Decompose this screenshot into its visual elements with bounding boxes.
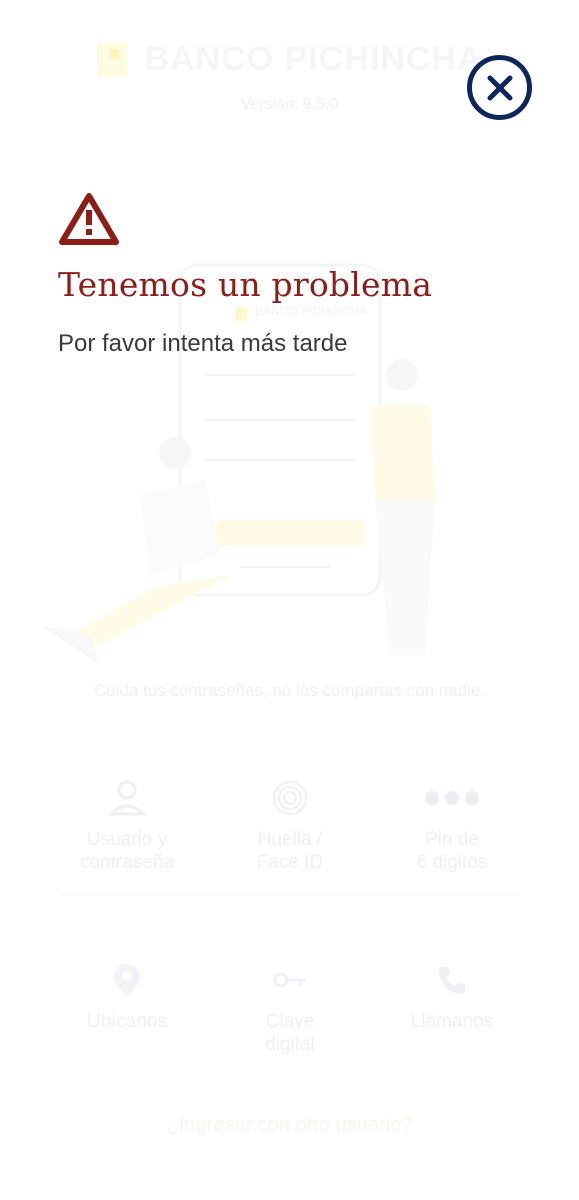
option-label: Llámanos — [410, 1011, 494, 1032]
key-icon — [205, 958, 375, 1002]
phone-icon — [367, 958, 537, 1002]
login-option-label: Pin de — [425, 829, 479, 850]
login-option-label: Huella / — [257, 829, 323, 850]
location-pin-icon — [42, 958, 212, 1002]
bank-logo-icon — [96, 42, 127, 77]
login-option-label: contraseña — [79, 852, 174, 873]
login-option-label: 6 digitos — [416, 852, 488, 873]
background-login-screen: BANCO PICHINCHA Versión: 9.5.0 BANCO PIC… — [0, 0, 579, 1200]
option-label: Clave — [265, 1011, 315, 1032]
login-option-label: Usuario y — [86, 829, 168, 850]
option-call-us[interactable]: Llámanos — [367, 958, 537, 1033]
warning-icon — [59, 193, 119, 245]
login-option-pin[interactable]: Pin de 6 digitos — [367, 776, 537, 874]
option-locate-us[interactable]: Ubícanos — [42, 958, 212, 1033]
option-label: Ubícanos — [86, 1011, 168, 1032]
option-digital-key[interactable]: Clave digital — [205, 958, 375, 1056]
user-icon — [42, 776, 212, 820]
error-message: Por favor intenta más tarde — [58, 330, 348, 357]
option-label: digital — [265, 1034, 315, 1055]
login-option-user-password[interactable]: Usuario y contraseña — [42, 776, 212, 874]
security-tip: Cuida tus contraseñas, no las compartas … — [93, 681, 486, 700]
other-user-link[interactable]: ¿Ingresar con otro usuario? — [0, 1114, 579, 1137]
login-option-label: Face ID — [256, 852, 324, 873]
login-illustration: BANCO PICHINCHA — [40, 263, 435, 665]
close-button[interactable] — [467, 55, 532, 120]
login-option-fingerprint[interactable]: Huella / Face ID — [205, 776, 375, 874]
divider — [60, 895, 520, 896]
brand-name: BANCO PICHINCHA — [144, 40, 483, 78]
fingerprint-icon — [205, 776, 375, 820]
close-icon — [487, 75, 512, 100]
error-title: Tenemos un problema — [58, 265, 433, 304]
pin-dots-icon — [367, 776, 537, 820]
illustration-brand: BANCO PICHINCHA — [255, 304, 367, 318]
